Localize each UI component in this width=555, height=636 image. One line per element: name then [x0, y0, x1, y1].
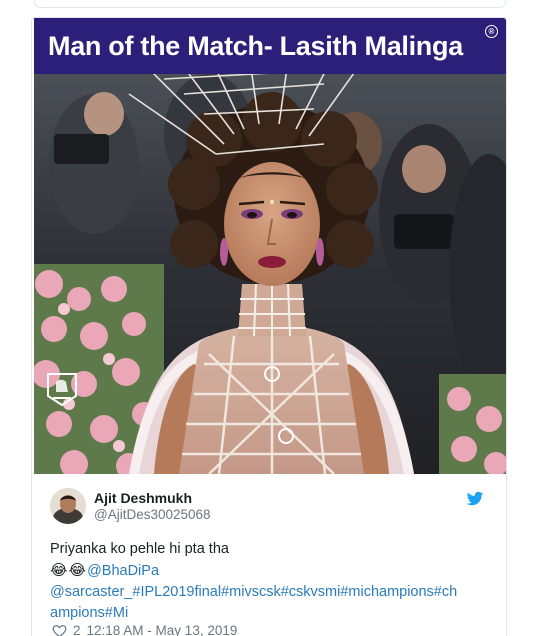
- meme-banner-text: Man of the Match- Lasith Malinga: [48, 30, 463, 61]
- tweet-footer: 2 12:18 AM - May 13, 2019: [52, 623, 237, 636]
- watermark-logo-icon: [47, 373, 77, 407]
- mention-link[interactable]: @BhaDiPa: [87, 563, 159, 579]
- meme-banner: Man of the Match- Lasith Malinga ®: [34, 18, 506, 74]
- tweet-timestamp[interactable]: 12:18 AM - May 13, 2019: [87, 623, 238, 636]
- heart-icon[interactable]: [52, 624, 67, 636]
- red-carpet-photo: [34, 74, 506, 474]
- tweet-text-line: Priyanka ko pehle hi pta tha: [50, 541, 229, 557]
- author-handle[interactable]: @AjitDes30025068: [94, 507, 211, 522]
- twitter-bird-icon[interactable]: [466, 490, 484, 508]
- tweet-text: Priyanka ko pehle hi pta tha 😂😂@BhaDiPa …: [50, 539, 490, 624]
- previous-card-edge: [34, 0, 506, 8]
- registered-mark-icon: ®: [485, 25, 498, 38]
- author-display-name[interactable]: Ajit Deshmukh: [94, 490, 192, 506]
- avatar[interactable]: [50, 488, 86, 524]
- hashtag-links[interactable]: ampions#Mi: [50, 603, 490, 624]
- like-count: 2: [73, 623, 81, 636]
- hashtag-links[interactable]: @sarcaster_#IPL2019final#mivscsk#cskvsmi…: [50, 582, 490, 603]
- tweet-media-image[interactable]: Man of the Match- Lasith Malinga ®: [34, 18, 506, 474]
- embedded-tweet-card: Man of the Match- Lasith Malinga ® Ajit …: [31, 17, 507, 636]
- tweet-header: Ajit Deshmukh @AjitDes30025068: [50, 488, 490, 528]
- laughing-emoji-icon: 😂😂: [50, 562, 88, 579]
- tweet-text-line: 😂😂@BhaDiPa: [50, 560, 490, 582]
